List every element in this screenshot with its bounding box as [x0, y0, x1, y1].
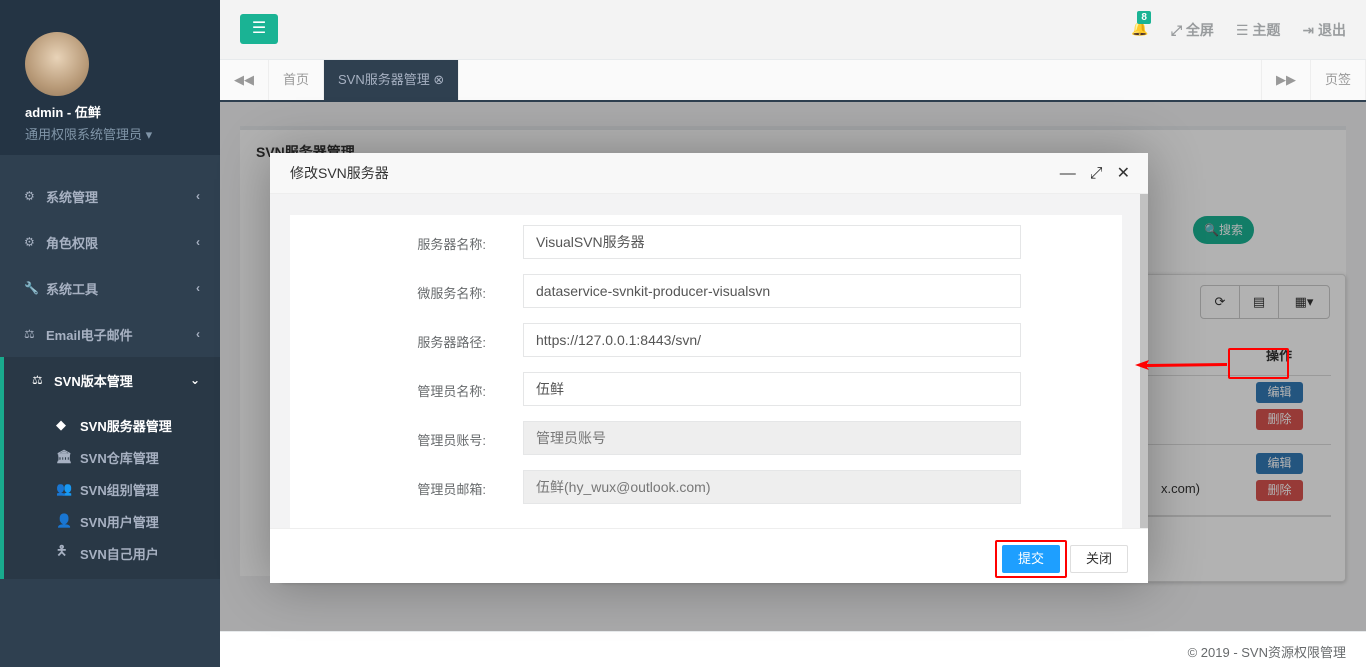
- user-role: 通用权限系统管理员: [25, 127, 143, 142]
- user-name: admin - 伍鲜: [25, 105, 101, 120]
- cogs-icon: ⚙: [24, 235, 35, 249]
- theme-label: 主题: [1252, 22, 1281, 38]
- nav-svn[interactable]: ⚖ SVN版本管理 ⌄: [0, 357, 220, 403]
- sub-svn-user[interactable]: 👤 SVN用户管理: [4, 505, 220, 537]
- tab-bar: ◀◀ 首页 SVN服务器管理 ⊗ ▶▶ 页签: [220, 60, 1366, 102]
- bank-icon: 🏛: [56, 449, 73, 464]
- label-server-name: 服务器名称:: [417, 237, 486, 252]
- highlight-box-submit: [995, 540, 1067, 578]
- nav-label: Email电子邮件: [46, 327, 133, 343]
- caret-down-icon: ▾: [145, 127, 153, 142]
- sub-label: SVN组别管理: [80, 482, 159, 498]
- nav-roles[interactable]: ⚙ 角色权限 ‹: [0, 219, 220, 265]
- avatar[interactable]: [25, 32, 89, 96]
- footer: © 2019 - SVN资源权限管理: [220, 631, 1366, 667]
- sub-label: SVN仓库管理: [80, 450, 159, 466]
- tab-scroll-right[interactable]: ▶▶: [1260, 60, 1311, 100]
- tab-label: SVN服务器管理: [338, 72, 430, 87]
- balance-icon: ⚖: [32, 373, 43, 387]
- gear-icon: ⚙: [24, 189, 35, 203]
- sub-svn-group[interactable]: 👥 SVN组别管理: [4, 473, 220, 505]
- label-admin-name: 管理员名称:: [417, 384, 486, 399]
- wrench-icon: 🔧: [24, 281, 39, 295]
- menu-toggle-button[interactable]: ☰: [240, 14, 278, 44]
- users-icon: 👥: [56, 481, 73, 496]
- nav-label: 系统工具: [46, 281, 99, 297]
- fullscreen-button[interactable]: ⤢ 全屏: [1171, 20, 1214, 40]
- backward-icon: ◀◀: [234, 72, 254, 87]
- tab-scroll-left[interactable]: ◀◀: [220, 60, 269, 100]
- sidebar: admin - 伍鲜 通用权限系统管理员 ▾ ⚙ 系统管理 ‹ ⚙ 角色权限 ‹ 🔧 系统…: [0, 0, 220, 667]
- user-role-dropdown[interactable]: 通用权限系统管理员 ▾: [25, 124, 220, 143]
- dialog-title: 修改SVN服务器: [270, 153, 1148, 194]
- chevron-left-icon: ‹: [196, 327, 200, 341]
- diamond-icon: ◆: [56, 417, 66, 432]
- sign-out-icon: ⇥: [1302, 22, 1318, 38]
- sub-label: SVN服务器管理: [80, 418, 172, 434]
- chevron-down-icon: ⌄: [189, 373, 200, 387]
- tab-svn-server[interactable]: SVN服务器管理 ⊗: [324, 60, 460, 100]
- fullscreen-label: 全屏: [1185, 22, 1214, 38]
- chevron-left-icon: ‹: [196, 281, 200, 295]
- expand-icon: ⤢: [1170, 22, 1186, 38]
- close-icon[interactable]: ✕: [1117, 153, 1130, 194]
- profile: admin - 伍鲜 通用权限系统管理员 ▾: [0, 0, 220, 155]
- logout-label: 退出: [1318, 22, 1346, 38]
- chevron-left-icon: ‹: [196, 235, 200, 249]
- bars-icon: ☰: [251, 20, 267, 37]
- admin-name-input[interactable]: 伍鲜: [523, 372, 1021, 406]
- server-form: 服务器名称: VisualSVN服务器 微服务名称: dataservice-svn…: [290, 215, 1122, 528]
- server-path-input[interactable]: https://127.0.0.1:8443/svn/: [523, 323, 1021, 357]
- nav-label: 角色权限: [46, 235, 99, 251]
- nav-tools[interactable]: 🔧 系统工具 ‹: [0, 265, 220, 311]
- label-admin-email: 管理员邮箱:: [417, 482, 486, 497]
- chevron-left-icon: ‹: [196, 189, 200, 203]
- sub-svn-server[interactable]: ◆ SVN服务器管理: [4, 409, 220, 441]
- label-server-path: 服务器路径:: [417, 335, 486, 350]
- nav-label: SVN版本管理: [54, 373, 133, 389]
- server-name-input[interactable]: VisualSVN服务器: [523, 225, 1021, 259]
- admin-account-input[interactable]: 管理员账号: [523, 421, 1021, 455]
- sub-svn-self[interactable]: 🯅 SVN自己用户: [4, 537, 220, 569]
- nav-system[interactable]: ⚙ 系统管理 ‹: [0, 173, 220, 219]
- annotation-arrow-icon: [1135, 360, 1227, 370]
- edit-server-dialog: 修改SVN服务器 — ⤢ ✕ 服务器名称: VisualSVN服务器 微服务名称:…: [270, 153, 1148, 583]
- theme-button[interactable]: ☰ 主题: [1236, 20, 1280, 40]
- service-name-input[interactable]: dataservice-svnkit-producer-visualsvn: [523, 274, 1021, 308]
- notifications-button[interactable]: 🔔 8: [1131, 11, 1151, 40]
- tab-pages-menu[interactable]: 页签: [1311, 60, 1366, 100]
- close-circle-icon[interactable]: ⊗: [433, 72, 444, 87]
- close-button[interactable]: 关闭: [1070, 545, 1128, 573]
- nav-email[interactable]: ⚖ Email电子邮件 ‹: [0, 311, 220, 357]
- maximize-icon[interactable]: ⤢: [1090, 153, 1103, 194]
- top-header: ☰ 🔔 8 ⤢ 全屏 ☰ 主题 ⇥ 退出: [220, 0, 1366, 60]
- highlight-box-edit: [1228, 348, 1289, 379]
- admin-email-input[interactable]: 伍鲜(hy_wux@outlook.com): [523, 470, 1021, 504]
- user-icon: 👤: [56, 513, 73, 528]
- nav-label: 系统管理: [46, 189, 99, 205]
- label-admin-account: 管理员账号:: [417, 433, 486, 448]
- notification-badge: 8: [1137, 11, 1151, 24]
- logout-button[interactable]: ⇥ 退出: [1302, 20, 1346, 40]
- sub-svn-repo[interactable]: 🏛 SVN仓库管理: [4, 441, 220, 473]
- tab-home[interactable]: 首页: [269, 60, 325, 100]
- label-service-name: 微服务名称:: [417, 286, 486, 301]
- minimize-icon[interactable]: —: [1060, 153, 1076, 194]
- sub-label: SVN用户管理: [80, 514, 159, 530]
- sub-label: SVN自己用户: [80, 546, 159, 562]
- forward-icon: ▶▶: [1275, 72, 1296, 87]
- male-icon: 🯅: [56, 543, 68, 558]
- balance-icon: ⚖: [24, 327, 35, 341]
- tasks-icon: ☰: [1235, 22, 1253, 38]
